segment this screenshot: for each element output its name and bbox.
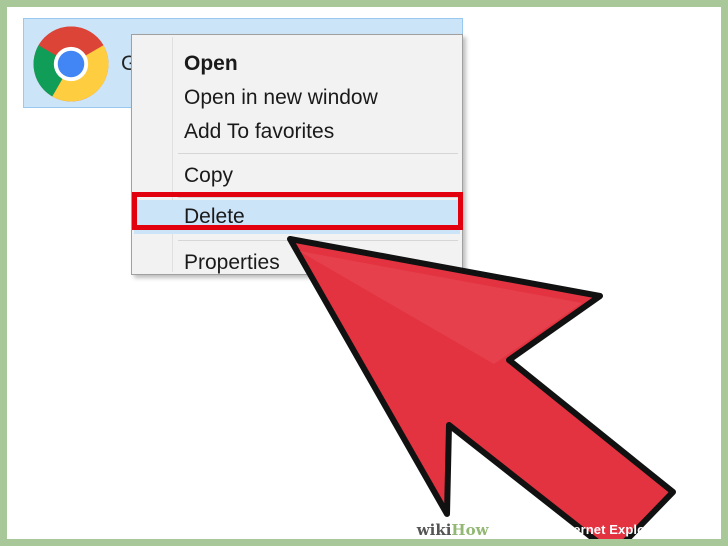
- arrow-pointer-icon: [287, 236, 676, 539]
- wikihow-logo: wikiHow: [416, 520, 489, 539]
- screenshot-canvas: G Open Open in new window Add To favorit…: [7, 7, 721, 539]
- watermark-title: to Access Internet Explorer History: [491, 522, 712, 537]
- wikihow-watermark: wikiHow to Access Internet Explorer Hist…: [417, 520, 721, 539]
